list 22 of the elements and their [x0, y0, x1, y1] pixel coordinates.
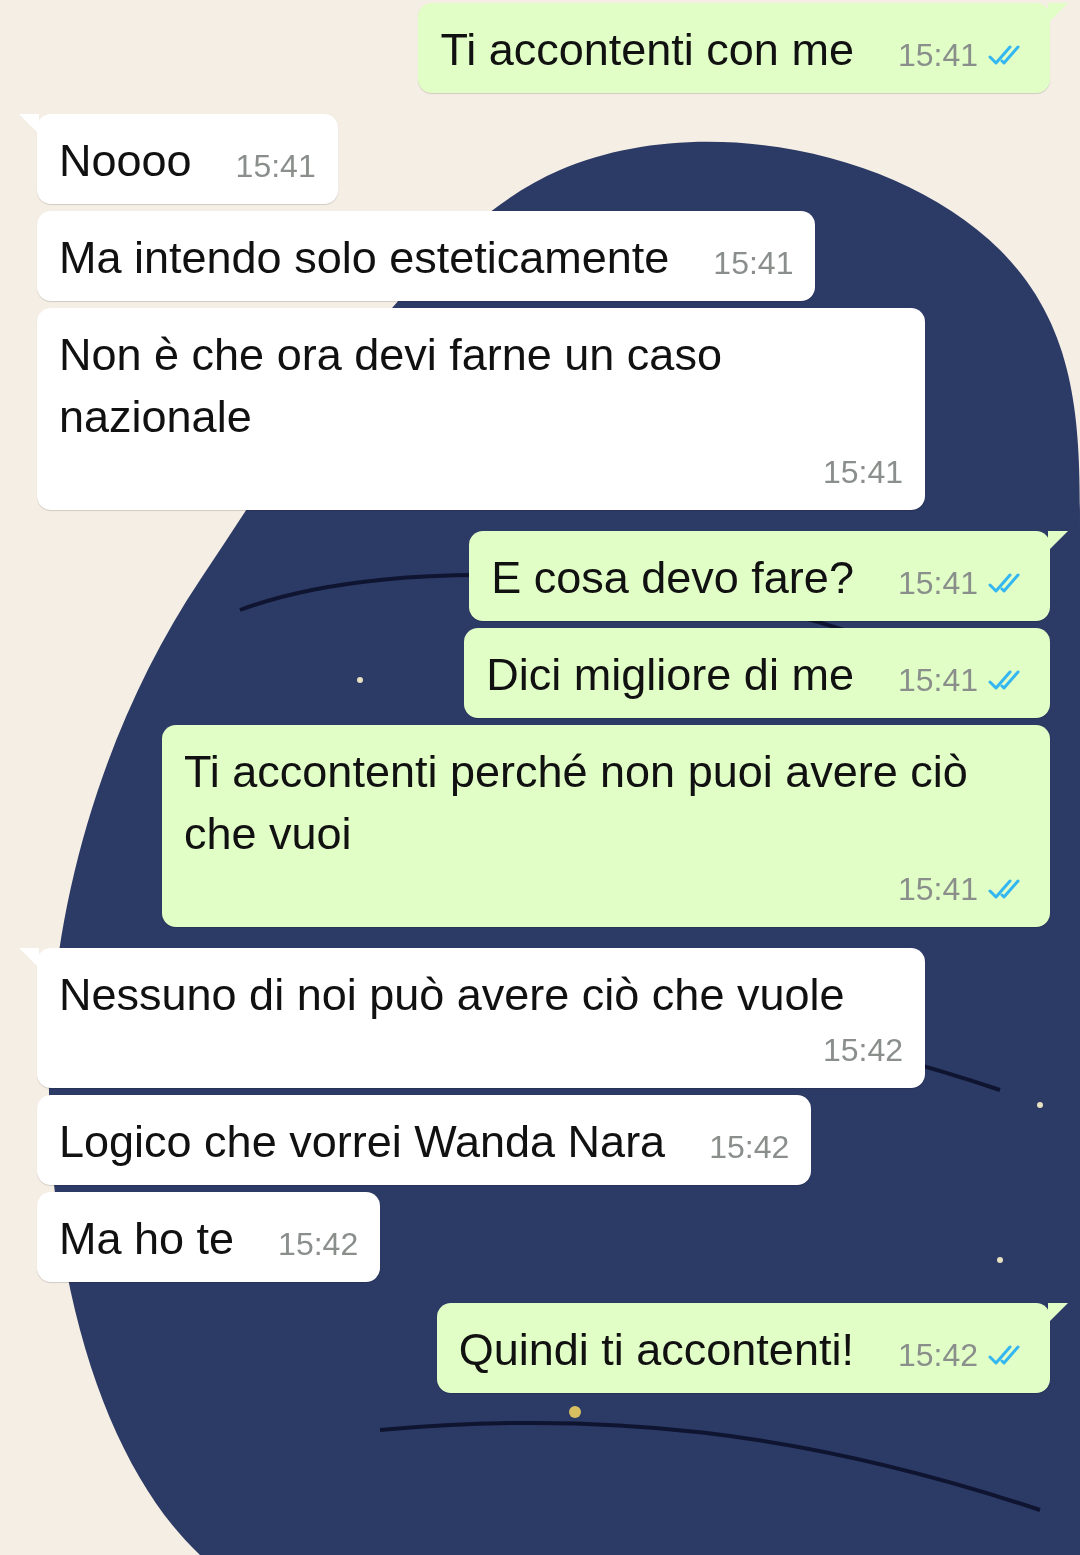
message-text: Noooo	[59, 134, 192, 188]
message-time: 15:41	[713, 244, 794, 283]
message-time: 15:42	[278, 1225, 359, 1264]
message-text: Ti accontenti con me	[440, 23, 854, 77]
message-text: Dici migliore di me	[486, 648, 854, 702]
message-time: 15:42	[897, 1336, 978, 1375]
message-time: 15:41	[822, 453, 903, 492]
message-text: Logico che vorrei Wanda Nara	[59, 1115, 666, 1169]
message-time: 15:41	[897, 661, 978, 700]
message-time: 15:41	[897, 870, 978, 909]
message-text: E cosa devo fare?	[491, 551, 854, 605]
message-text: Nessuno di noi può avere ciò che vuole	[59, 968, 845, 1022]
message-text: Non è che ora devi farne un caso nazionale	[59, 328, 723, 444]
message-time: 15:42	[822, 1031, 903, 1070]
message-time: 15:41	[897, 36, 978, 75]
message-text: Ti accontenti perché non puoi avere ciò che vuoi	[184, 745, 969, 861]
message-text: Ma intendo solo esteticamente	[59, 231, 670, 285]
message-time: 15:41	[897, 564, 978, 603]
message-text: Ma ho te	[59, 1212, 235, 1266]
message-time: 15:42	[709, 1128, 790, 1167]
message-time: 15:41	[235, 147, 316, 186]
message-text: Quindi ti accontenti!	[458, 1323, 854, 1377]
